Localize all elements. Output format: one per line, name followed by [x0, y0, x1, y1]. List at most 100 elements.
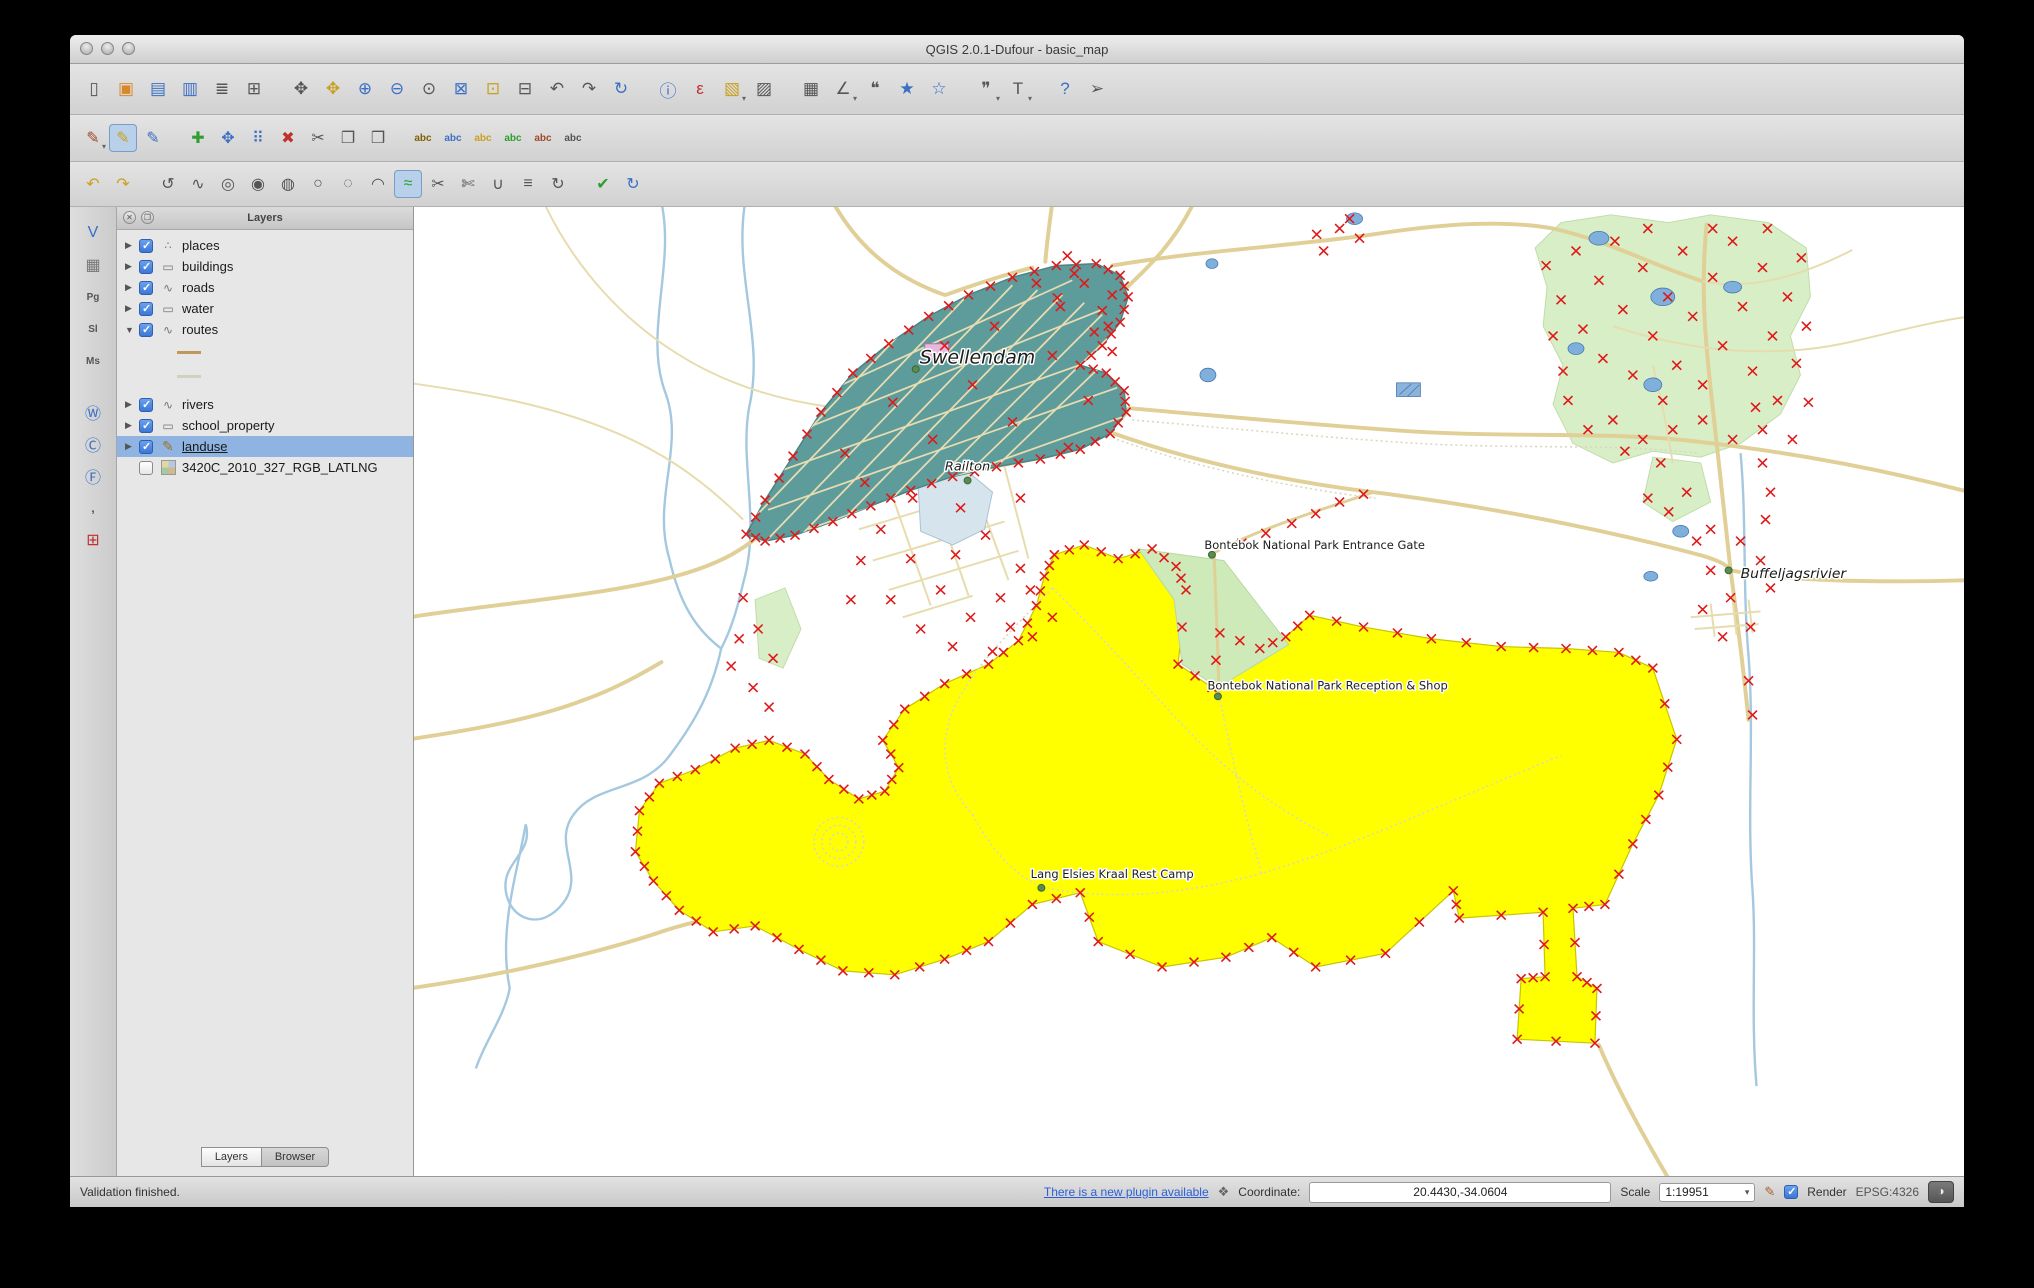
layer-checkbox-rivers[interactable]: [139, 397, 153, 412]
toolbar-button-merge-attributes[interactable]: ≡: [514, 170, 542, 198]
layer-expander-icon[interactable]: [125, 441, 139, 452]
layer-expander-icon[interactable]: [125, 303, 139, 314]
toolbar-button-split-parts[interactable]: ✄: [454, 170, 482, 198]
layer-expander-icon[interactable]: [125, 282, 139, 293]
toolbar-button-add-mssql-layer[interactable]: Ms: [77, 346, 109, 376]
toolbar-button-rotate-feature[interactable]: ↺: [154, 170, 182, 198]
layer-row-places[interactable]: places: [117, 235, 413, 256]
map-canvas[interactable]: Swellendam Railton Bontebok National Par…: [414, 207, 1964, 1176]
title-bar[interactable]: QGIS 2.0.1-Dufour - basic_map: [70, 35, 1964, 64]
coordinate-input[interactable]: 20.4430,-34.0604: [1309, 1181, 1612, 1203]
toolbar-button-new-shapefile-layer[interactable]: ⊞: [77, 525, 109, 555]
toolbar-button-cut-features[interactable]: ✂: [304, 124, 332, 152]
toolbar-button-split-features[interactable]: ✂: [424, 170, 452, 198]
toolbar-button-pan-map[interactable]: ✥: [286, 74, 316, 104]
toolbar-button-add-wfs-layer[interactable]: Ⓕ: [77, 461, 109, 491]
toolbar-button-add-wcs-layer[interactable]: Ⓒ: [77, 429, 109, 459]
layer-checkbox-routes[interactable]: [139, 322, 153, 337]
toolbar-button-redo[interactable]: ↷: [109, 170, 137, 198]
toolbar-button-pan-to-selection[interactable]: ✥: [318, 74, 348, 104]
toolbar-button-new-project[interactable]: ▯: [79, 74, 109, 104]
toolbar-button-zoom-full[interactable]: ⊠: [446, 74, 476, 104]
toolbar-button-check-geometry[interactable]: ✔: [589, 170, 617, 198]
toolbar-button-paste-features[interactable]: ❒: [364, 124, 392, 152]
toolbar-button-add-part[interactable]: ◉: [244, 170, 272, 198]
layer-checkbox-3420c-2010-327-rgb-latlng[interactable]: [139, 460, 153, 475]
layer-row-buildings[interactable]: buildings: [117, 256, 413, 277]
toolbar-button-reload-edits[interactable]: ↻: [619, 170, 647, 198]
toolbar-button-help-contents[interactable]: ?: [1050, 74, 1080, 104]
toolbar-button-open-project[interactable]: ▣: [111, 74, 141, 104]
toolbar-button-zoom-in[interactable]: ⊕: [350, 74, 380, 104]
toolbar-button-text-annotation[interactable]: T: [1003, 74, 1033, 104]
toolbar-button-reshape-features[interactable]: ◠: [364, 170, 392, 198]
toolbar-button-current-edits[interactable]: ✎: [79, 124, 107, 152]
layer-row-routes[interactable]: routes: [117, 319, 413, 340]
minimize-button[interactable]: [101, 42, 114, 55]
plugin-available-link[interactable]: There is a new plugin available: [1044, 1185, 1209, 1199]
toolbar-button-annotation[interactable]: ❞: [971, 74, 1001, 104]
toolbar-button-merge-features[interactable]: ∪: [484, 170, 512, 198]
layer-expander-icon[interactable]: [125, 240, 139, 251]
toolbar-button-new-composer[interactable]: ≣: [207, 74, 237, 104]
toolbar-button-add-spatialite-layer[interactable]: Sl: [77, 314, 109, 344]
toolbar-button-rotate-label[interactable]: abc: [529, 124, 557, 152]
toolbar-button-zoom-to-layer[interactable]: ⊟: [510, 74, 540, 104]
toolbar-button-copy-features[interactable]: ❐: [334, 124, 362, 152]
layer-row-rivers[interactable]: rivers: [117, 394, 413, 415]
toolbar-button-show-bookmarks[interactable]: ☆: [924, 74, 954, 104]
toolbar-button-run-feature-action[interactable]: ε: [685, 74, 715, 104]
panel-tab-layers[interactable]: Layers: [200, 1147, 262, 1167]
layer-checkbox-water[interactable]: [139, 301, 153, 316]
toolbar-button-zoom-to-selection[interactable]: ⊡: [478, 74, 508, 104]
scale-combobox[interactable]: 1:19951: [1659, 1182, 1756, 1202]
layer-row-3420c-2010-327-rgb-latlng[interactable]: 3420C_2010_327_RGB_LATLNG: [117, 457, 413, 478]
toolbar-button-zoom-native[interactable]: ⊙: [414, 74, 444, 104]
crs-status-button[interactable]: ◑: [1928, 1181, 1954, 1203]
layer-row-water[interactable]: water: [117, 298, 413, 319]
toolbar-button-refresh-map[interactable]: ↻: [606, 74, 636, 104]
toolbar-button-add-postgis-layer[interactable]: Pg: [77, 282, 109, 312]
render-checkbox[interactable]: [1784, 1185, 1799, 1199]
toolbar-button-composer-manager[interactable]: ⊞: [239, 74, 269, 104]
toolbar-button-zoom-out[interactable]: ⊖: [382, 74, 412, 104]
layer-expander-icon[interactable]: [125, 261, 139, 272]
layer-checkbox-places[interactable]: [139, 238, 153, 253]
zoom-button[interactable]: [122, 42, 135, 55]
toolbar-button-offset-curve[interactable]: ≈: [394, 170, 422, 198]
toolbar-button-identify-features[interactable]: ⓘ: [653, 74, 683, 104]
toolbar-button-highlight-pinned-labels[interactable]: abc: [469, 124, 497, 152]
toolbar-button-save-project-as[interactable]: ▥: [175, 74, 205, 104]
toolbar-button-delete-part[interactable]: ◌: [334, 170, 362, 198]
toolbar-button-select-features[interactable]: ▧: [717, 74, 747, 104]
toolbar-button-new-bookmark[interactable]: ★: [892, 74, 922, 104]
layer-row-school-property[interactable]: school_property: [117, 415, 413, 436]
toolbar-button-save-layer-edits[interactable]: ✎: [139, 124, 167, 152]
toolbar-button-rotate-point-symbols[interactable]: ↻: [544, 170, 572, 198]
toolbar-button-node-tool[interactable]: ⠿: [244, 124, 272, 152]
plugin-icon[interactable]: ❖: [1218, 1184, 1230, 1200]
toolbar-button-delete-selected[interactable]: ✖: [274, 124, 302, 152]
toolbar-button-map-tips[interactable]: ❝: [860, 74, 890, 104]
map-view[interactable]: Swellendam Railton Bontebok National Par…: [414, 207, 1964, 1176]
close-button[interactable]: [80, 42, 93, 55]
panel-tab-browser[interactable]: Browser: [261, 1147, 330, 1167]
toolbar-button-add-vector-layer[interactable]: V: [77, 218, 109, 248]
toolbar-button-delete-ring[interactable]: ○: [304, 170, 332, 198]
layer-row-roads[interactable]: roads: [117, 277, 413, 298]
toolbar-button-move-feature[interactable]: ✥: [214, 124, 242, 152]
toolbar-button-labeling-options[interactable]: abc: [409, 124, 437, 152]
toolbar-button-whats-this[interactable]: ➢: [1082, 74, 1112, 104]
toolbar-button-measure[interactable]: ∠: [828, 74, 858, 104]
stop-rendering-icon[interactable]: ✎: [1764, 1184, 1775, 1200]
toolbar-button-toggle-editing[interactable]: ✎: [109, 124, 137, 152]
toolbar-button-add-ring[interactable]: ◎: [214, 170, 242, 198]
toolbar-button-change-label-properties[interactable]: abc: [559, 124, 587, 152]
layer-expander-icon[interactable]: [125, 399, 139, 410]
toolbar-button-add-raster-layer[interactable]: ▦: [77, 250, 109, 280]
layer-checkbox-buildings[interactable]: [139, 259, 153, 274]
layer-checkbox-school-property[interactable]: [139, 418, 153, 433]
toolbar-button-add-delimited-text-layer[interactable]: ,: [77, 493, 109, 523]
panel-close-button[interactable]: ✕: [123, 211, 136, 224]
layer-checkbox-landuse[interactable]: [139, 439, 153, 454]
